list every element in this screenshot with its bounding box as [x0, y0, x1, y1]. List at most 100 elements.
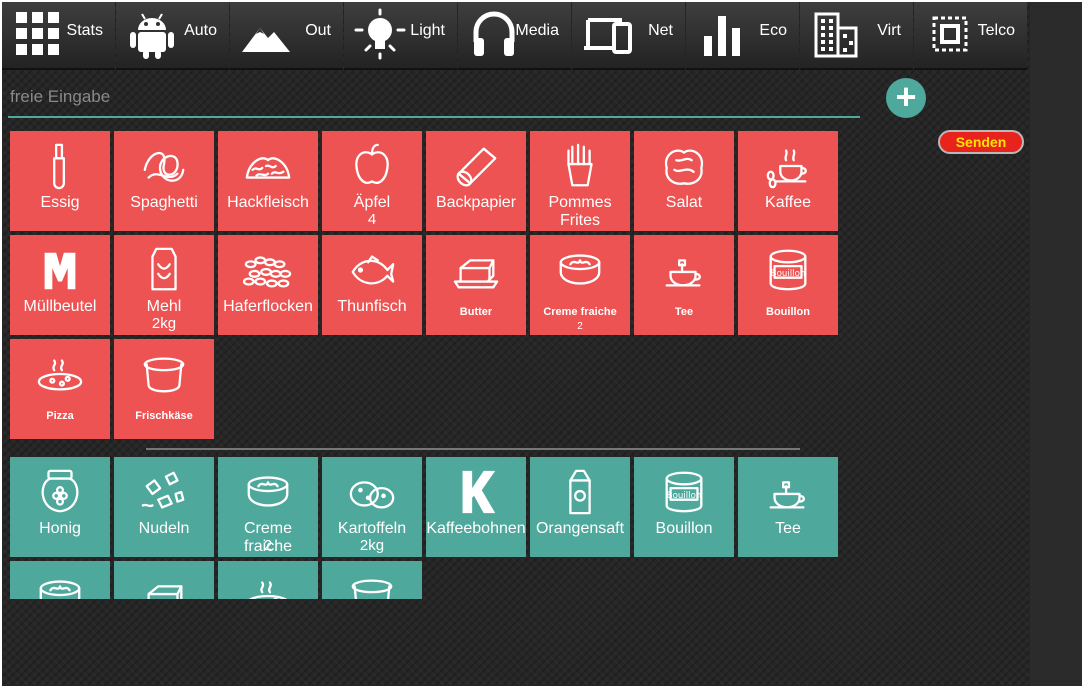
item-label: Tee — [775, 520, 801, 537]
nav-tab-label: Out — [305, 22, 331, 39]
nav-tab-light[interactable]: Light — [344, 2, 457, 70]
needed-item-tile[interactable]: Tee — [634, 235, 734, 335]
needed-item-tile[interactable]: Creme fraiche 2 — [530, 235, 630, 335]
item-label: Äpfel — [353, 194, 391, 211]
bouillon-jar-icon: Bouillon — [769, 249, 807, 291]
fries-icon — [567, 143, 593, 187]
item-quantity: 2 — [263, 537, 273, 554]
needed-item-tile[interactable]: Haferflocken — [218, 235, 318, 335]
nav-tab-net[interactable]: Net — [572, 2, 685, 70]
cream-cheese-icon — [143, 357, 185, 393]
needed-item-tile[interactable]: Pommes Frites — [530, 131, 630, 231]
needed-item-tile[interactable]: Salat — [634, 131, 734, 231]
bar-chart-icon — [704, 16, 740, 56]
needed-item-tile[interactable]: Hackfleisch — [218, 131, 318, 231]
nav-tab-telco[interactable]: Telco — [914, 2, 1027, 70]
cream-cup-icon — [39, 580, 81, 599]
needed-item-tile[interactable]: Pizza — [10, 339, 110, 439]
section-divider — [146, 448, 800, 450]
item-label: Essig — [40, 194, 80, 211]
item-quantity: 2kg — [359, 537, 385, 554]
pasta-icon — [143, 152, 185, 182]
tea-cup-icon — [769, 481, 805, 509]
item-label: Tee — [674, 306, 694, 318]
nav-tab-label: Light — [410, 22, 445, 39]
coffee-icon — [766, 149, 807, 189]
available-item-tile[interactable] — [10, 561, 110, 599]
paper-roll-icon — [456, 147, 497, 187]
item-label: Frischkäse — [135, 410, 193, 422]
apple-icon — [355, 143, 389, 184]
building-icon — [814, 12, 858, 58]
needed-item-tile[interactable]: Bouillon Bouillon — [738, 235, 838, 335]
available-item-tile[interactable]: Nudeln — [114, 457, 214, 557]
available-item-tile[interactable]: Bouillon Bouillon — [634, 457, 734, 557]
item-label: Pommes Frites — [548, 194, 612, 229]
nav-tab-label: Virt — [877, 22, 901, 39]
available-item-tile[interactable]: Orangensaft — [530, 457, 630, 557]
available-item-tile[interactable] — [218, 561, 318, 599]
available-item-tile[interactable]: Honig — [10, 457, 110, 557]
needed-item-tile[interactable]: Spaghetti — [114, 131, 214, 231]
available-item-tile[interactable] — [114, 561, 214, 599]
needed-item-tile[interactable]: Essig — [10, 131, 110, 231]
available-item-tile[interactable]: Creme fraiche 2 — [218, 457, 318, 557]
lightbulb-icon — [354, 8, 406, 60]
potatoes-icon — [349, 481, 395, 509]
nav-tab-auto[interactable]: Auto — [116, 2, 229, 70]
needed-item-tile[interactable]: Butter — [426, 235, 526, 335]
item-label: Backpapier — [435, 194, 517, 211]
nav-tab-eco[interactable]: Eco — [686, 2, 799, 70]
top-navigation: Stats Auto Out Light Media Net Eco Virt Telco — [2, 2, 1028, 70]
item-label: Mehl — [146, 298, 182, 315]
pizza-icon — [37, 359, 83, 391]
cream-cup-icon — [559, 254, 601, 285]
headphones-icon — [473, 11, 515, 56]
nav-tab-virt[interactable]: Virt — [800, 2, 913, 70]
needed-item-tile[interactable]: Mehl 2kg — [114, 235, 214, 335]
butter-icon — [453, 259, 499, 289]
item-label: Kartoffeln — [337, 520, 407, 537]
item-label: Orangensaft — [535, 520, 625, 537]
needed-item-tile[interactable]: Äpfel 4 — [322, 131, 422, 231]
flour-bag-icon — [151, 247, 177, 291]
bottle-icon — [53, 143, 65, 190]
tea-cup-icon — [665, 259, 701, 287]
butter-icon — [147, 585, 183, 599]
needed-item-tile[interactable]: Kaffee — [738, 131, 838, 231]
item-quantity: 2kg — [151, 315, 177, 332]
pizza-icon — [248, 581, 288, 599]
available-item-tile[interactable] — [322, 561, 422, 599]
item-label: Haferflocken — [223, 298, 313, 315]
free-input-wrapper — [8, 80, 864, 118]
lettuce-icon — [664, 149, 704, 185]
add-item-button[interactable]: + — [886, 78, 926, 118]
android-icon — [130, 13, 174, 59]
item-label: Müllbeutel — [23, 298, 97, 315]
k-logo-icon — [462, 470, 496, 514]
available-item-tile[interactable]: Kartoffeln 2kg — [322, 457, 422, 557]
grid-icon — [16, 12, 59, 55]
needed-item-tile[interactable]: Müllbeutel — [10, 235, 110, 335]
nav-tab-out[interactable]: Out — [230, 2, 343, 70]
oats-icon — [243, 256, 292, 288]
send-button[interactable]: Senden — [938, 130, 1024, 154]
needed-item-tile[interactable]: Backpapier — [426, 131, 526, 231]
item-label: Butter — [459, 306, 493, 318]
fish-icon — [351, 255, 395, 285]
item-label: Bouillon — [655, 520, 713, 537]
available-item-tile[interactable]: Kaffeebohnen — [426, 457, 526, 557]
needed-item-tile[interactable]: Frischkäse — [114, 339, 214, 439]
juice-carton-icon — [569, 469, 591, 515]
devices-icon — [584, 18, 632, 54]
nav-tab-label: Auto — [184, 22, 217, 39]
bouillon-jar-icon: Bouillon — [665, 471, 703, 513]
noodles-icon — [141, 471, 185, 509]
nav-tab-stats[interactable]: Stats — [2, 2, 115, 70]
needed-item-tile[interactable]: Thunfisch — [322, 235, 422, 335]
item-label: Honig — [39, 520, 81, 537]
nav-tab-media[interactable]: Media — [458, 2, 571, 70]
free-entry-input[interactable] — [8, 80, 864, 114]
available-item-tile[interactable]: Tee — [738, 457, 838, 557]
item-label: Hackfleisch — [227, 194, 309, 211]
